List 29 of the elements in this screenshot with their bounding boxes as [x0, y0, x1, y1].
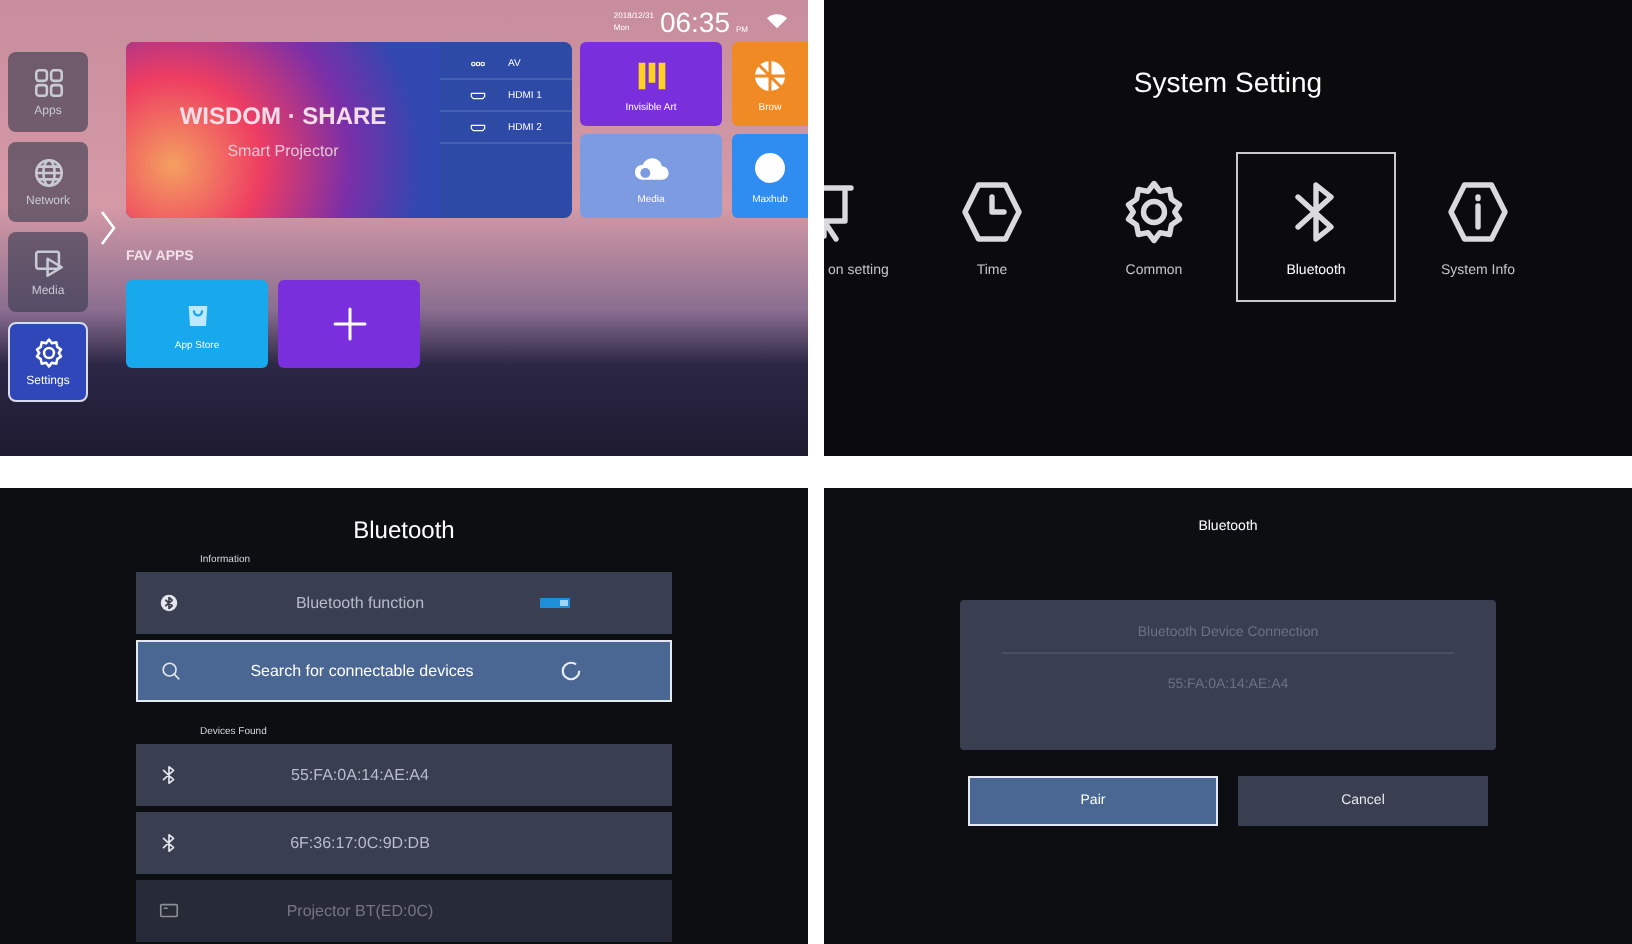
toggle-switch[interactable]: [540, 598, 570, 608]
list-item[interactable]: Projector BT(ED:0C): [136, 880, 672, 942]
screen-title: Bluetooth: [351, 514, 457, 544]
circle-icon: [750, 147, 790, 187]
bluetooth-icon: [158, 832, 180, 854]
bluetooth-icon: [158, 592, 180, 614]
bluetooth-icon: [158, 764, 180, 786]
globe-icon: [31, 156, 65, 190]
list-item[interactable]: Search for connectable devices: [136, 640, 672, 702]
add-app-button[interactable]: [278, 280, 420, 368]
spinner-icon: [560, 660, 582, 682]
screen-title: System Setting: [1131, 64, 1325, 102]
search-icon: [160, 660, 182, 682]
info-icon: [1442, 176, 1514, 248]
plus-icon: [329, 304, 369, 344]
banner-title: WISDOM · SHARE: [179, 101, 387, 129]
settings-icon: [31, 336, 65, 370]
play-screen-icon: [31, 246, 65, 280]
wifi-icon: [766, 12, 788, 30]
compass-icon: [750, 55, 790, 95]
list-item[interactable]: Bluetooth function: [136, 572, 672, 634]
list-item[interactable]: 6F:36:17:0C:9D:DB: [136, 812, 672, 874]
grid-icon: [31, 66, 65, 100]
clock-text: 06:35: [659, 5, 730, 37]
list-item[interactable]: 55:FA:0A:14:AE:A4: [136, 744, 672, 806]
banner-subtitle: Smart Projector: [227, 141, 339, 159]
monitor-icon: [158, 900, 180, 922]
clock-icon: [956, 176, 1028, 248]
chevron-right-icon: [99, 210, 115, 246]
